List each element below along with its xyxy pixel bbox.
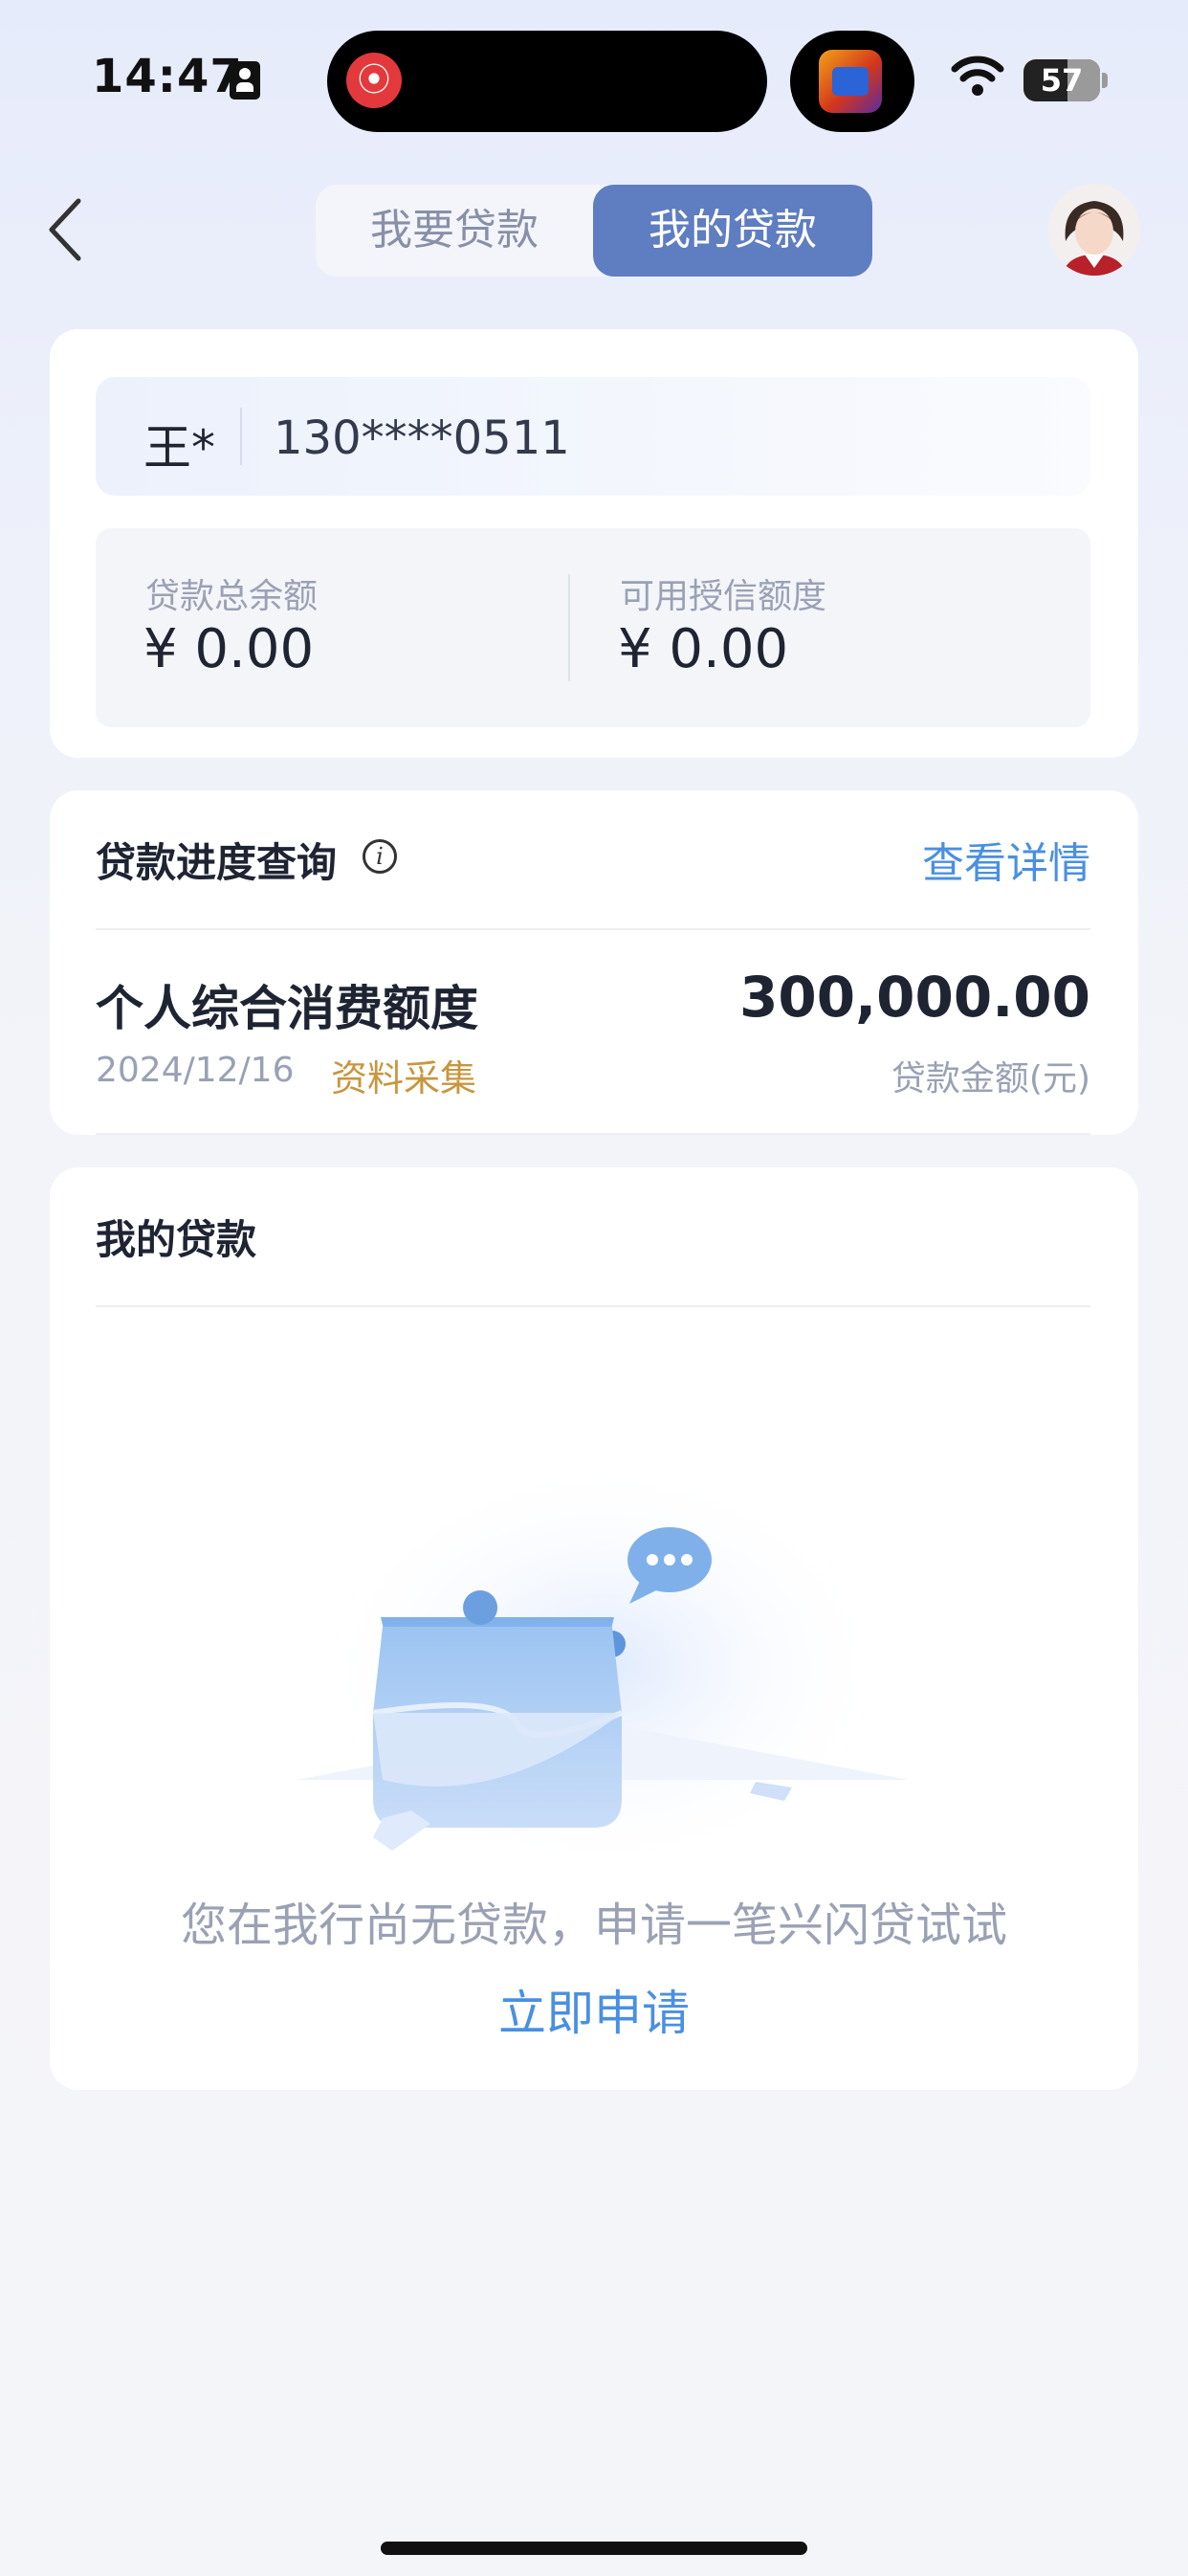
id-card-icon [230,61,260,100]
divider [240,408,242,465]
info-icon[interactable]: i [363,839,397,874]
chevron-left-icon[interactable] [38,191,105,268]
wifi-icon [951,56,1004,96]
battery-level: 57 [1040,62,1084,99]
user-info-box [96,377,1090,496]
status-time: 14:47 [92,50,243,103]
apply-now-link[interactable]: 立即申请 [50,1975,1138,2044]
loan-amount: 300,000.00 [739,965,1090,1030]
divider [96,1133,1090,1135]
divider [568,574,570,681]
view-details-link[interactable]: 查看详情 [922,829,1090,890]
loan-product-date: 2024/12/16 [96,1051,295,1090]
loan-status-badge: 资料采集 [331,1057,477,1099]
available-credit-label: 可用授信额度 [620,577,827,616]
empty-state-text: 您在我行尚无贷款，申请一笔兴闪贷试试 [180,1899,1007,1952]
loan-product-name[interactable]: 个人综合消费额度 [96,970,478,1039]
loan-amount-label: 贷款金额(元) [891,1059,1090,1099]
divider [96,1305,1090,1307]
user-name: 王* [143,420,215,476]
empty-box-illustration [297,1435,909,1856]
tab-apply-loan[interactable]: 我要贷款 [316,185,593,277]
assistant-avatar[interactable] [1048,184,1140,276]
loan-progress-title: 贷款进度查询 [96,839,338,886]
home-indicator[interactable] [381,2542,807,2555]
divider [96,928,1090,930]
total-balance-value: ¥ 0.00 [143,618,315,680]
total-balance-label: 贷款总余额 [145,577,319,616]
game-app-icon [819,50,882,113]
battery-tip [1102,73,1108,88]
netease-music-icon: ⦿ [346,53,402,108]
my-loans-title: 我的贷款 [96,1216,257,1263]
battery-icon: 57 [1023,59,1100,101]
user-phone: 130****0511 [274,411,570,465]
tab-my-loans[interactable]: 我的贷款 [593,185,872,277]
available-credit-value: ¥ 0.00 [618,618,789,680]
